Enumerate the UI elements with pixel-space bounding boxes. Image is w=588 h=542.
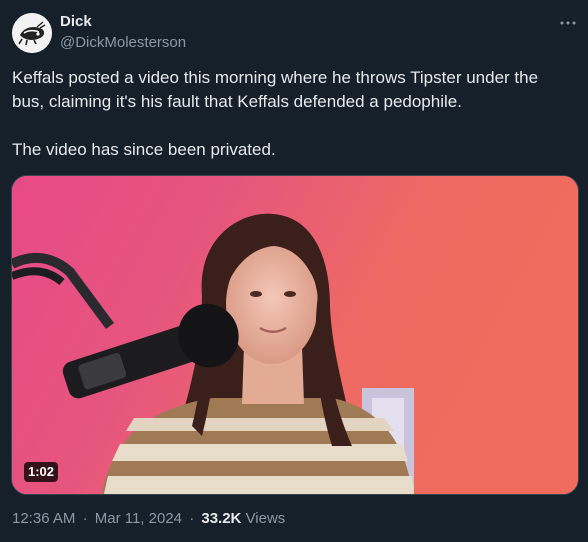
tweet-card: Dick @DickMolesterson Keffals posted a v…	[0, 0, 588, 542]
video-thumbnail	[12, 176, 578, 494]
avatar-sketch-icon	[12, 13, 52, 53]
tweet-meta: 12:36 AM · Mar 11, 2024 · 33.2K Views	[12, 510, 285, 527]
meta-separator: ·	[189, 510, 195, 527]
views-label: Views	[245, 510, 286, 527]
author-handle[interactable]: @DickMolesterson	[60, 34, 186, 51]
author-display-name[interactable]: Dick	[60, 13, 92, 30]
more-options-icon[interactable]	[556, 14, 580, 32]
tweet-paragraph: The video has since been privated.	[12, 140, 276, 159]
tweet-paragraph: Keffals posted a video this morning wher…	[12, 68, 539, 111]
avatar[interactable]	[12, 13, 52, 53]
tweet-date[interactable]: Mar 11, 2024	[95, 510, 182, 527]
tweet-time[interactable]: 12:36 AM	[12, 510, 75, 527]
video-duration-badge: 1:02	[24, 462, 59, 482]
views-count[interactable]: 33.2K	[201, 510, 241, 527]
video-player[interactable]: 1:02	[11, 175, 579, 495]
tweet-text: Keffals posted a video this morning wher…	[12, 66, 572, 162]
meta-separator: ·	[82, 510, 88, 527]
